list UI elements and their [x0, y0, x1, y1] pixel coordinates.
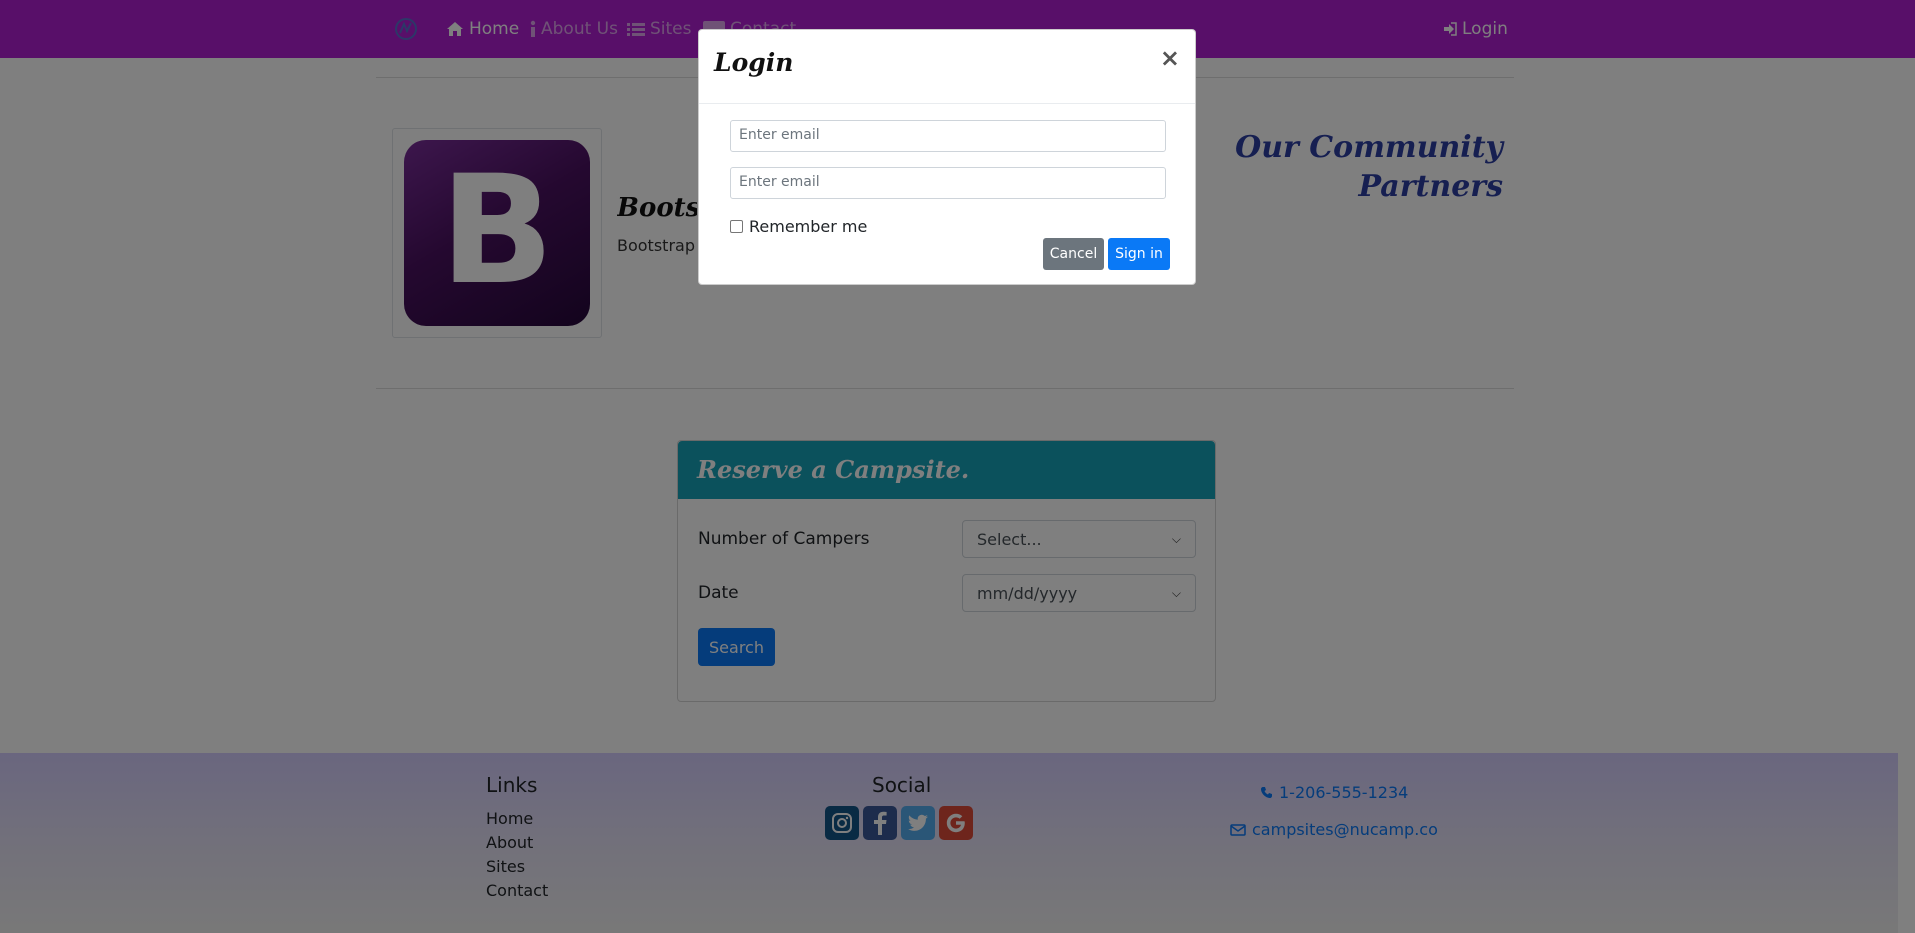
- password-field[interactable]: Enter email: [730, 167, 1166, 199]
- remember-me[interactable]: Remember me: [730, 217, 867, 236]
- email-field[interactable]: Enter email: [730, 120, 1166, 152]
- remember-checkbox[interactable]: [730, 220, 743, 233]
- login-modal: Login × Enter email Enter email Remember…: [698, 29, 1196, 285]
- modal-title: Login: [714, 48, 794, 77]
- close-icon[interactable]: ×: [1160, 44, 1180, 72]
- cancel-button[interactable]: Cancel: [1043, 238, 1104, 270]
- sign-in-button[interactable]: Sign in: [1108, 238, 1170, 270]
- remember-label: Remember me: [749, 217, 868, 236]
- modal-header: Login ×: [699, 30, 1195, 104]
